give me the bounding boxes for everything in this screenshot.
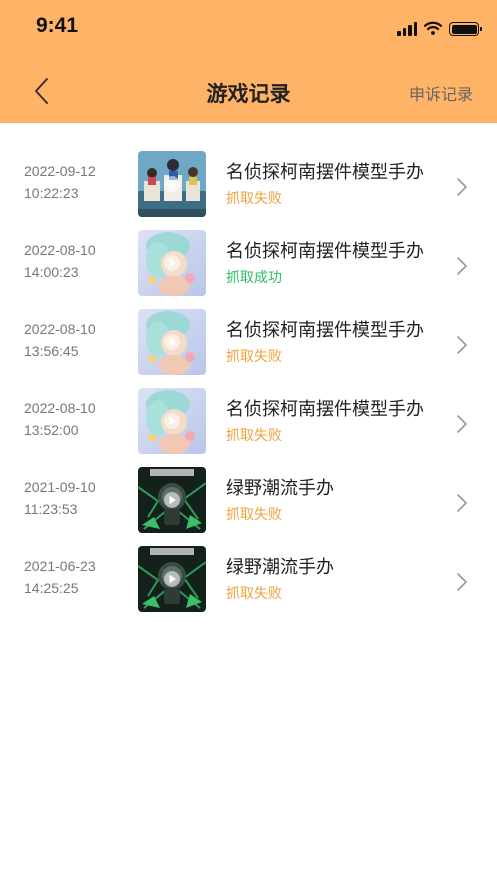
record-date: 2022-08-10 [24, 321, 96, 337]
record-time: 13:52:00 [24, 422, 79, 438]
status-bar: 9:41 [0, 0, 497, 56]
product-thumbnail[interactable] [138, 467, 206, 533]
record-row[interactable]: 2022-08-10 13:52:00 名侦探柯南摆件模型手办 抓取失败 [0, 385, 497, 464]
product-title: 名侦探柯南摆件模型手办 [226, 399, 424, 420]
product-thumbnail[interactable] [138, 546, 206, 612]
record-datetime: 2022-08-10 13:56:45 [24, 318, 96, 362]
appeal-records-link[interactable]: 申诉记录 [409, 81, 473, 105]
record-time: 11:23:53 [24, 501, 78, 517]
record-list: 2022-09-12 10:22:23 名侦探柯南摆件模型手办 抓取失败 202… [0, 148, 497, 622]
record-result: 抓取失败 [226, 349, 282, 365]
product-thumbnail[interactable] [138, 388, 206, 454]
record-result: 抓取成功 [226, 270, 282, 286]
product-title: 名侦探柯南摆件模型手办 [226, 162, 424, 183]
record-row[interactable]: 2022-08-10 14:00:23 名侦探柯南摆件模型手办 抓取成功 [0, 227, 497, 306]
status-icons [397, 20, 482, 39]
record-datetime: 2022-08-10 14:00:23 [24, 239, 96, 283]
chevron-right-icon [457, 257, 467, 275]
chevron-right-icon [457, 494, 467, 512]
record-time: 10:22:23 [24, 185, 79, 201]
battery-icon [449, 22, 482, 36]
record-date: 2022-09-12 [24, 163, 96, 179]
record-date: 2022-08-10 [24, 242, 96, 258]
product-title: 名侦探柯南摆件模型手办 [226, 320, 424, 341]
record-date: 2021-06-23 [24, 558, 96, 574]
record-time: 13:56:45 [24, 343, 79, 359]
wifi-icon [423, 20, 443, 39]
record-result: 抓取失败 [226, 586, 282, 602]
product-thumbnail[interactable] [138, 309, 206, 375]
product-thumbnail[interactable] [138, 230, 206, 296]
record-datetime: 2021-09-10 11:23:53 [24, 476, 96, 520]
chevron-right-icon [457, 415, 467, 433]
chevron-right-icon [457, 573, 467, 591]
record-row[interactable]: 2021-06-23 14:25:25 绿野潮流手办 抓取失败 [0, 543, 497, 622]
record-result: 抓取失败 [226, 507, 282, 523]
header: 9:41 游戏记录 申诉记录 [0, 0, 497, 123]
record-datetime: 2022-09-12 10:22:23 [24, 160, 96, 204]
record-result: 抓取失败 [226, 191, 282, 207]
record-row[interactable]: 2022-09-12 10:22:23 名侦探柯南摆件模型手办 抓取失败 [0, 148, 497, 227]
record-result: 抓取失败 [226, 428, 282, 444]
signal-icon [397, 22, 417, 36]
record-time: 14:00:23 [24, 264, 79, 280]
product-thumbnail[interactable] [138, 151, 206, 217]
nav-bar: 游戏记录 申诉记录 [0, 60, 497, 122]
product-title: 绿野潮流手办 [226, 478, 334, 499]
chevron-right-icon [457, 336, 467, 354]
record-datetime: 2021-06-23 14:25:25 [24, 555, 96, 599]
record-datetime: 2022-08-10 13:52:00 [24, 397, 96, 441]
record-row[interactable]: 2021-09-10 11:23:53 绿野潮流手办 抓取失败 [0, 464, 497, 543]
product-title: 绿野潮流手办 [226, 557, 334, 578]
record-time: 14:25:25 [24, 580, 79, 596]
record-row[interactable]: 2022-08-10 13:56:45 名侦探柯南摆件模型手办 抓取失败 [0, 306, 497, 385]
product-title: 名侦探柯南摆件模型手办 [226, 241, 424, 262]
chevron-right-icon [457, 178, 467, 196]
record-date: 2021-09-10 [24, 479, 96, 495]
status-time: 9:41 [36, 14, 79, 37]
record-date: 2022-08-10 [24, 400, 96, 416]
